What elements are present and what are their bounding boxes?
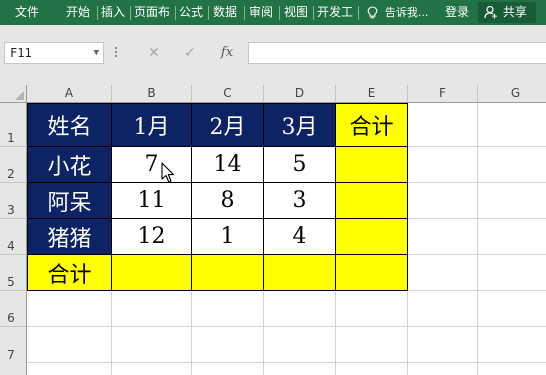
row-header-3[interactable]: 3 [0,183,27,219]
login-link[interactable]: 登录 [445,0,469,25]
tab-insert[interactable]: 插入 [101,0,125,25]
value-cell[interactable]: 4 [264,219,336,255]
row-header-4[interactable]: 4 [0,219,27,255]
tab-separator [279,6,280,20]
tab-developer[interactable]: 开发工 [317,0,353,25]
lightbulb-icon [367,5,378,18]
value-cell[interactable]: 8 [192,183,264,219]
name-cell[interactable]: 小花 [27,147,112,183]
total-cell[interactable] [336,147,408,183]
tab-separator [313,6,314,20]
name-box-value: F11 [10,46,32,60]
column-header-f[interactable]: F [408,85,478,103]
drag-handle-icon[interactable] [113,45,119,61]
header-cell-total[interactable]: 合计 [336,103,408,147]
tab-separator [97,6,98,20]
row-header-7[interactable]: 7 [0,327,27,375]
header-cell-mar[interactable]: 3月 [264,103,336,147]
tab-separator [358,6,359,20]
row-header-5[interactable]: 5 [0,255,27,291]
formula-input[interactable] [248,42,546,64]
name-cell[interactable]: 阿呆 [27,183,112,219]
tab-page-layout[interactable]: 页面布 [134,0,170,25]
tab-formulas[interactable]: 公式 [179,0,203,25]
value-cell[interactable]: 5 [264,147,336,183]
column-header-g[interactable]: G [478,85,546,103]
share-button[interactable]: 共享 [478,2,536,23]
row-header-6[interactable]: 6 [0,291,27,327]
tab-home[interactable]: 开始 [66,0,90,25]
select-all-button[interactable] [0,85,27,103]
header-cell-name[interactable]: 姓名 [27,103,112,147]
value-cell[interactable]: 7 [112,147,192,183]
tab-separator [130,6,131,20]
tab-separator [244,6,245,20]
row-header-1[interactable]: 1 [0,103,27,147]
total-cell[interactable] [112,255,192,291]
total-cell[interactable] [264,255,336,291]
column-header-c[interactable]: C [192,85,264,103]
value-cell[interactable]: 11 [112,183,192,219]
formula-bar-area: F11 ▼ ✕ ✓ fx [0,25,546,85]
header-cell-jan[interactable]: 1月 [112,103,192,147]
header-cell-feb[interactable]: 2月 [192,103,264,147]
tab-file[interactable]: 文件 [15,0,39,25]
ribbon: 文件 开始 插入 页面布 公式 数据 审阅 视图 开发工 告诉我... 登录 共… [0,0,546,25]
value-cell[interactable]: 3 [264,183,336,219]
insert-function-icon[interactable]: fx [216,43,238,63]
person-icon [484,5,497,18]
row-header-2[interactable]: 2 [0,147,27,183]
tab-separator [175,6,176,20]
value-cell[interactable]: 14 [192,147,264,183]
enter-icon[interactable]: ✓ [180,43,200,63]
tab-review[interactable]: 审阅 [249,0,273,25]
total-cell[interactable] [336,255,408,291]
column-header-a[interactable]: A [27,85,112,103]
tab-separator [208,6,209,20]
column-header-e[interactable]: E [336,85,408,103]
tell-me-box[interactable]: 告诉我... [367,0,428,25]
total-cell[interactable] [192,255,264,291]
cancel-icon[interactable]: ✕ [144,43,164,63]
name-cell[interactable]: 猪猪 [27,219,112,255]
column-header-d[interactable]: D [264,85,336,103]
value-cell[interactable]: 12 [112,219,192,255]
name-box[interactable]: F11 ▼ [4,42,104,64]
total-cell[interactable] [336,183,408,219]
tell-me-label: 告诉我... [384,6,429,19]
column-header-b[interactable]: B [112,85,192,103]
tab-view[interactable]: 视图 [284,0,308,25]
share-label: 共享 [502,5,527,19]
chevron-down-icon[interactable]: ▼ [94,43,99,63]
tab-data[interactable]: 数据 [213,0,237,25]
value-cell[interactable]: 1 [192,219,264,255]
total-label-cell[interactable]: 合计 [27,255,112,291]
mouse-cursor-icon [161,162,175,183]
total-cell[interactable] [336,219,408,255]
